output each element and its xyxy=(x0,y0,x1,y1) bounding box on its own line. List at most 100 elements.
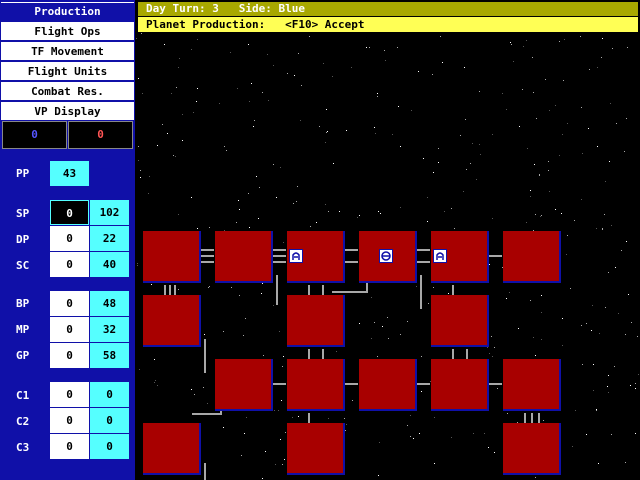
star xyxy=(506,298,507,299)
star xyxy=(267,54,268,55)
star xyxy=(597,67,598,68)
sp-value-a[interactable]: 0 xyxy=(50,200,89,225)
c3-value-a[interactable]: 0 xyxy=(50,434,89,459)
star xyxy=(487,347,488,348)
star xyxy=(359,215,360,216)
star xyxy=(434,417,435,418)
bp-value-a[interactable]: 0 xyxy=(50,291,89,316)
star xyxy=(593,364,594,365)
menu-flight-ops[interactable]: Flight Ops xyxy=(1,22,134,40)
star xyxy=(539,174,540,175)
star xyxy=(608,375,609,376)
star xyxy=(586,323,587,324)
link xyxy=(452,349,454,359)
planet-r3c6[interactable] xyxy=(503,359,561,411)
star xyxy=(491,336,492,337)
menu-vp-display[interactable]: VP Display xyxy=(1,102,134,120)
star xyxy=(598,463,599,464)
planet-r3c4[interactable] xyxy=(359,359,417,411)
planet-r4c1[interactable] xyxy=(143,423,201,475)
planet-r1c1[interactable] xyxy=(143,231,201,283)
star xyxy=(239,295,240,296)
star xyxy=(248,44,249,45)
star xyxy=(316,222,317,223)
planet-r3c5[interactable] xyxy=(431,359,489,411)
star xyxy=(545,79,546,80)
link xyxy=(466,349,468,359)
menu-tf-movement[interactable]: TF Movement xyxy=(1,42,134,60)
star xyxy=(136,38,137,39)
star xyxy=(472,143,473,144)
c2-value-b: 0 xyxy=(90,408,129,433)
menu-production[interactable]: Production xyxy=(1,2,134,20)
planet-r2c3[interactable] xyxy=(287,295,345,347)
star xyxy=(479,91,480,92)
planet-r2c1[interactable] xyxy=(143,295,201,347)
star xyxy=(294,75,295,76)
star xyxy=(492,356,493,357)
planet-r1c3[interactable] xyxy=(287,231,345,283)
star xyxy=(460,135,461,136)
dp-value-b: 22 xyxy=(90,226,129,251)
star xyxy=(488,447,489,448)
star xyxy=(237,88,238,89)
star xyxy=(371,338,372,339)
c1-value-a[interactable]: 0 xyxy=(50,382,89,407)
star xyxy=(282,366,283,367)
mp-label: MP xyxy=(16,323,30,336)
star xyxy=(251,83,252,84)
star xyxy=(241,455,242,456)
planet-r4c6[interactable] xyxy=(503,423,561,475)
star xyxy=(575,410,576,411)
planet-r1c4[interactable] xyxy=(359,231,417,283)
star xyxy=(139,369,140,370)
c1-label: C1 xyxy=(16,389,30,402)
star xyxy=(400,334,401,335)
menu-combat-res[interactable]: Combat Res. xyxy=(1,82,134,100)
planet-r2c5[interactable] xyxy=(431,295,489,347)
star xyxy=(451,437,452,438)
star xyxy=(536,118,537,119)
star xyxy=(157,385,158,386)
menu-flight-units[interactable]: Flight Units xyxy=(1,62,134,80)
c2-value-a[interactable]: 0 xyxy=(50,408,89,433)
star xyxy=(473,433,474,434)
planet-r1c6[interactable] xyxy=(503,231,561,283)
mp-value-a[interactable]: 0 xyxy=(50,317,89,342)
star-map[interactable] xyxy=(136,33,640,480)
star xyxy=(369,47,370,48)
gp-value-b: 58 xyxy=(90,343,129,368)
planet-r1c5[interactable] xyxy=(431,231,489,283)
star xyxy=(465,119,466,120)
star xyxy=(273,164,274,165)
planet-r4c3[interactable] xyxy=(287,423,345,475)
star xyxy=(141,33,142,34)
star xyxy=(615,267,616,268)
star xyxy=(564,39,565,40)
link xyxy=(538,413,540,423)
link xyxy=(272,261,286,263)
link xyxy=(164,285,166,295)
link xyxy=(344,383,358,385)
star xyxy=(273,65,274,66)
star xyxy=(238,200,239,201)
star xyxy=(535,214,536,215)
star xyxy=(397,47,398,48)
sc-value-a[interactable]: 0 xyxy=(50,252,89,277)
turn-status-text: Day Turn: 3 Side: Blue xyxy=(146,2,305,15)
ship-unit-icon[interactable] xyxy=(379,249,393,263)
fleet-unit-icon[interactable] xyxy=(433,249,447,263)
star xyxy=(301,85,302,86)
planet-r3c2[interactable] xyxy=(215,359,273,411)
star xyxy=(597,146,598,147)
fleet-unit-icon[interactable] xyxy=(289,249,303,263)
planet-r3c3[interactable] xyxy=(287,359,345,411)
gp-value-a[interactable]: 0 xyxy=(50,343,89,368)
star xyxy=(377,93,378,94)
star xyxy=(522,89,523,90)
star xyxy=(423,158,424,159)
dp-value-a[interactable]: 0 xyxy=(50,226,89,251)
star xyxy=(616,123,617,124)
planet-r1c2[interactable] xyxy=(215,231,273,283)
star xyxy=(612,48,613,49)
